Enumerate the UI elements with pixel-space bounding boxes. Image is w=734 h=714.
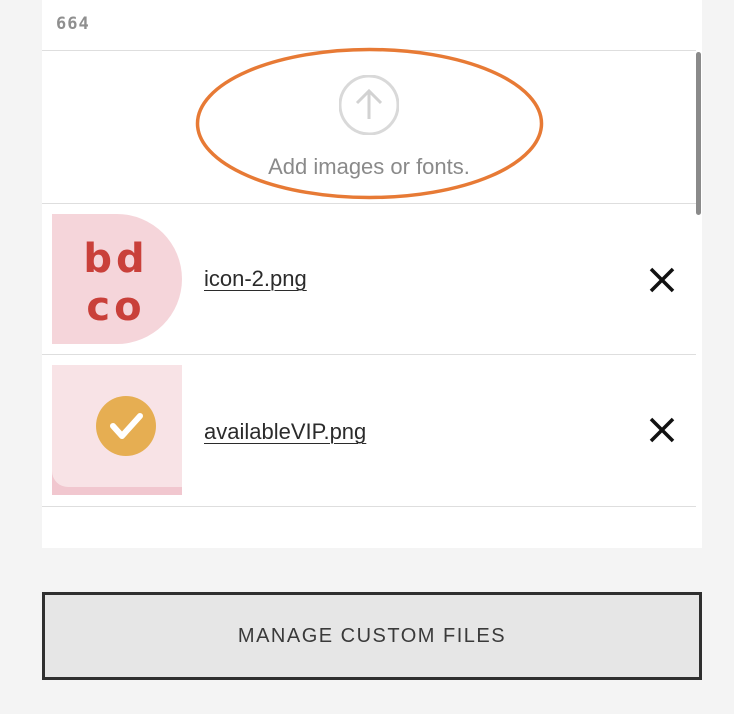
file-thumbnail: bd co: [52, 214, 182, 344]
upload-arrow-icon[interactable]: [339, 75, 399, 135]
check-badge-icon: [96, 396, 156, 456]
custom-files-panel: 664 Add images or fonts. bd co icon-2.pn…: [42, 0, 702, 548]
svg-text:co: co: [86, 284, 145, 330]
svg-text:bd: bd: [83, 236, 148, 282]
divider: [42, 506, 696, 507]
file-name-link[interactable]: availableVIP.png: [204, 419, 366, 445]
file-name-link[interactable]: icon-2.png: [204, 266, 307, 292]
file-row: availableVIP.png: [42, 355, 696, 506]
upload-label[interactable]: Add images or fonts.: [42, 154, 696, 180]
line-number: 664: [56, 14, 90, 34]
close-icon[interactable]: [646, 264, 678, 296]
upload-dropzone[interactable]: Add images or fonts.: [42, 51, 696, 203]
file-thumbnail: [52, 365, 182, 495]
scrollbar-thumb[interactable]: [696, 52, 701, 215]
file-row: bd co icon-2.png: [42, 204, 696, 355]
close-icon[interactable]: [646, 414, 678, 446]
manage-custom-files-button[interactable]: MANAGE CUSTOM FILES: [42, 592, 702, 680]
